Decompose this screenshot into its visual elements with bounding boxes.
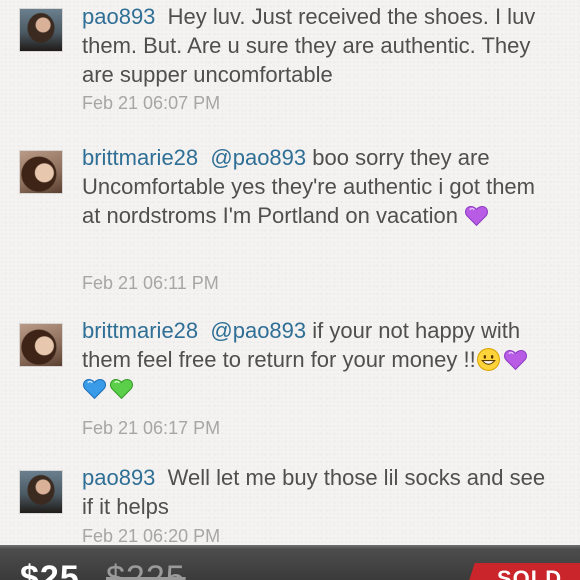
user-avatar-pao893[interactable] [19,8,63,52]
avatar-photo [20,151,62,193]
user-avatar-pao893[interactable] [19,470,63,514]
comment-username[interactable]: pao893 [82,465,155,490]
sold-label: SOLD [497,566,563,580]
comment-text: pao893 Well let me buy those lil socks a… [82,463,552,521]
comment-mention[interactable]: @pao893 [210,318,306,343]
purple-heart-icon [503,349,527,371]
comment-timestamp: Feb 21 06:20 PM [82,526,221,545]
avatar-photo [20,9,62,51]
purple-heart-icon [465,205,489,227]
grinning-face-icon [476,348,500,371]
comment-username[interactable]: brittmarie28 [82,318,198,343]
avatar-photo [20,324,62,366]
user-avatar-brittmarie28[interactable] [19,150,63,194]
blue-heart-icon [83,378,106,400]
listing-price-bar: $25 $225 SOLD [0,545,580,580]
comment-timestamp: Feb 21 06:11 PM [82,273,219,293]
comment-mention[interactable]: @pao893 [210,145,306,170]
comment-username[interactable]: pao893 [82,4,155,29]
listing-price: $25 [20,559,80,580]
comment-username[interactable]: brittmarie28 [82,145,198,170]
green-heart-icon [110,378,133,400]
comment-timestamp: Feb 21 06:07 PM [82,93,221,113]
listing-original-price: $225 [106,559,186,580]
comment-text: pao893 Hey luv. Just received the shoes.… [82,2,552,89]
avatar-photo [20,471,62,513]
user-avatar-brittmarie28[interactable] [19,323,63,367]
comment-timestamp: Feb 21 06:17 PM [82,418,221,438]
comment-text: brittmarie28 @pao893 boo sorry they are … [82,143,552,230]
comment-feed: pao893 Hey luv. Just received the shoes.… [0,0,580,545]
comment-text: brittmarie28 @pao893 if your not happy w… [82,316,552,403]
